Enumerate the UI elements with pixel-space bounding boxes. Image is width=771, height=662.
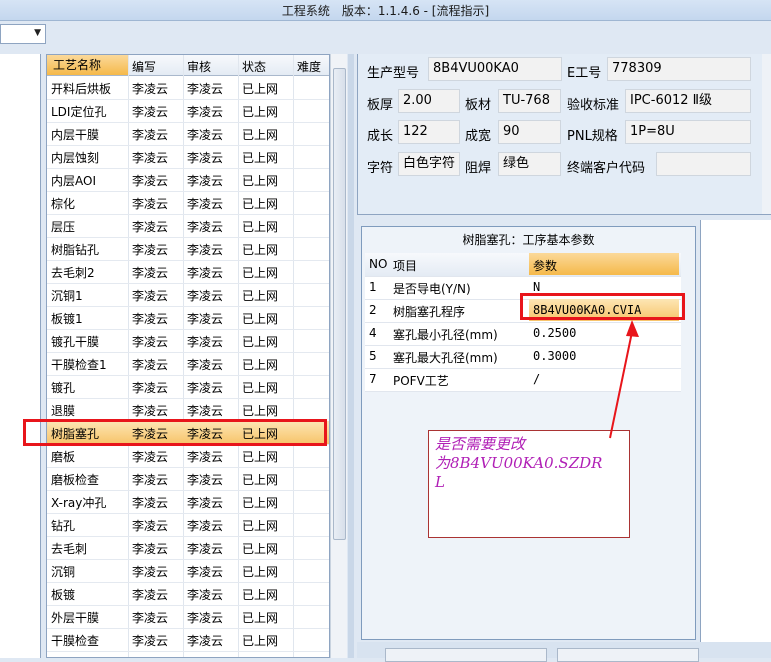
arrow-line <box>609 331 633 439</box>
annotation-arrow <box>609 320 639 439</box>
arrow-head-icon <box>626 320 639 337</box>
